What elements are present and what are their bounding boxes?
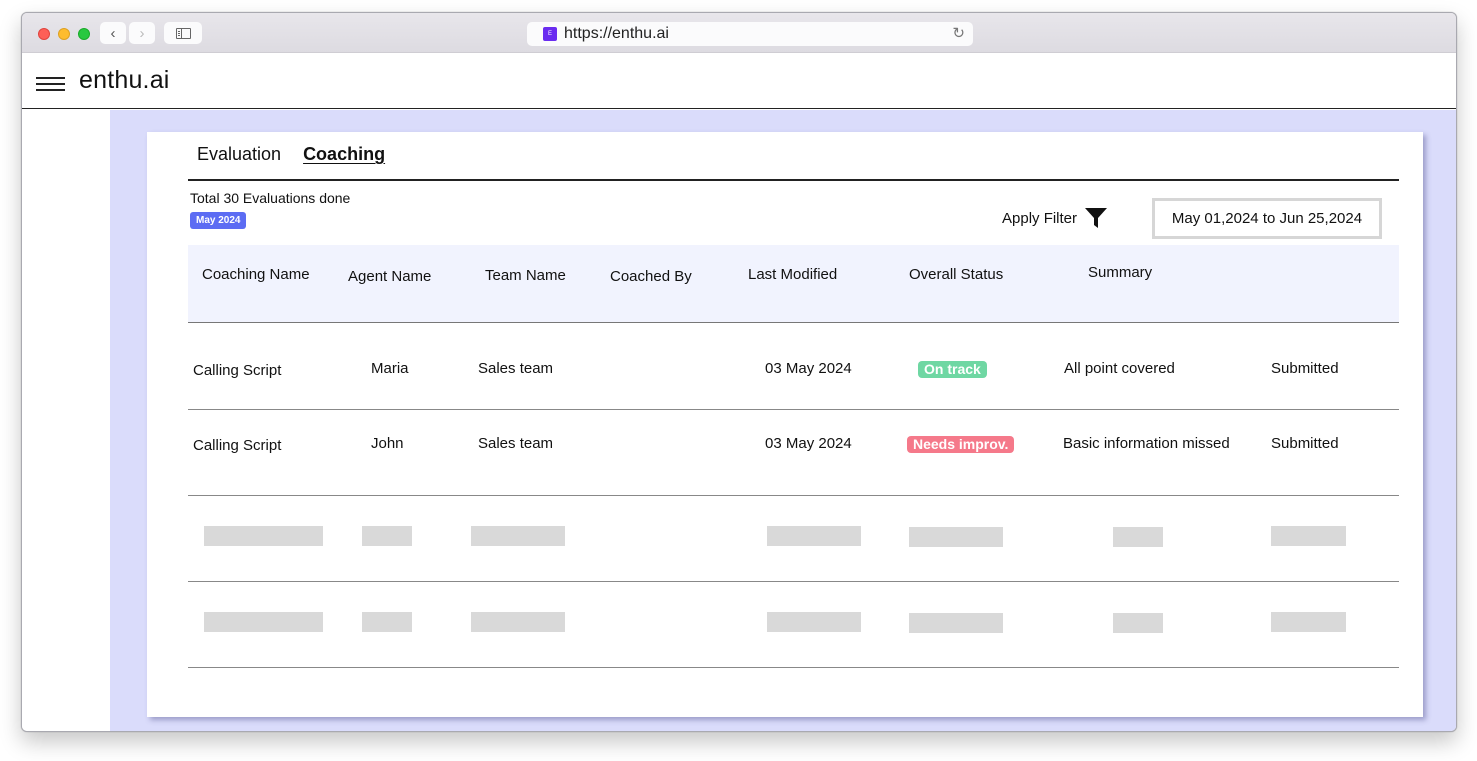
site-favicon: E bbox=[543, 27, 557, 41]
brand-logo[interactable]: enthu.ai bbox=[79, 66, 170, 95]
cell-coaching-name: Calling Script bbox=[193, 437, 282, 454]
browser-window: ‹ › E https://enthu.ai ↻ enthu.ai Evalua… bbox=[21, 12, 1457, 732]
coaching-card: Evaluation Coaching Total 30 Evaluations… bbox=[147, 132, 1423, 717]
skeleton-agent-name bbox=[362, 612, 412, 632]
placeholder-row bbox=[188, 582, 1399, 668]
tabs-divider bbox=[188, 179, 1399, 181]
skeleton-last-modified bbox=[767, 526, 861, 546]
skeleton-coaching-name bbox=[204, 612, 323, 632]
placeholder-row bbox=[188, 496, 1399, 582]
skeleton-summary bbox=[1113, 613, 1163, 633]
column-header-overall-status[interactable]: Overall Status bbox=[909, 266, 1003, 283]
status-badge: Needs improv. bbox=[907, 436, 1015, 453]
cell-team-name: Sales team bbox=[478, 360, 554, 377]
column-header-summary[interactable]: Summary bbox=[1088, 264, 1152, 281]
left-sidebar bbox=[22, 110, 110, 731]
forward-button[interactable]: › bbox=[129, 22, 155, 44]
date-range-value: May 01,2024 to Jun 25,2024 bbox=[1171, 210, 1363, 227]
column-header-coaching-name[interactable]: Coaching Name bbox=[202, 266, 310, 283]
date-range-picker[interactable]: May 01,2024 to Jun 25,2024 bbox=[1152, 198, 1382, 239]
skeleton-team-name bbox=[471, 526, 565, 546]
column-header-coached-by[interactable]: Coached By bbox=[610, 268, 692, 285]
evaluations-summary: Total 30 Evaluations done bbox=[190, 190, 351, 206]
cell-coaching-name: Calling Script bbox=[193, 362, 282, 379]
cell-team-name: Sales team bbox=[478, 435, 554, 452]
browser-titlebar: ‹ › E https://enthu.ai ↻ bbox=[22, 13, 1456, 53]
tab-bar: Evaluation Coaching bbox=[197, 144, 385, 165]
reload-icon[interactable]: ↻ bbox=[952, 24, 965, 42]
table-row[interactable]: Calling Script John Sales team 03 May 20… bbox=[188, 410, 1399, 496]
sidebar-icon bbox=[175, 27, 191, 39]
hamburger-icon[interactable] bbox=[36, 77, 65, 91]
skeleton-status bbox=[909, 613, 1003, 633]
skeleton-agent-name bbox=[362, 526, 412, 546]
column-header-agent-name[interactable]: Agent Name bbox=[348, 268, 431, 285]
back-button[interactable]: ‹ bbox=[100, 22, 126, 44]
filter-funnel-icon bbox=[1085, 208, 1108, 228]
tab-evaluation[interactable]: Evaluation bbox=[197, 144, 281, 165]
address-bar[interactable]: E https://enthu.ai ↻ bbox=[527, 22, 973, 46]
status-badge: On track bbox=[918, 361, 987, 378]
cell-submission-state: Submitted bbox=[1271, 435, 1339, 452]
cell-summary: Basic information missed bbox=[1063, 435, 1230, 452]
tab-coaching[interactable]: Coaching bbox=[303, 144, 385, 165]
url-text: https://enthu.ai bbox=[564, 25, 669, 42]
table-header: Coaching Name Agent Name Team Name Coach… bbox=[188, 245, 1399, 323]
close-window-button[interactable] bbox=[38, 28, 50, 40]
cell-agent-name: Maria bbox=[371, 360, 409, 377]
cell-agent-name: John bbox=[371, 435, 404, 452]
maximize-window-button[interactable] bbox=[78, 28, 90, 40]
content-area: Evaluation Coaching Total 30 Evaluations… bbox=[110, 110, 1456, 731]
chevron-right-icon: › bbox=[139, 24, 145, 42]
skeleton-status bbox=[909, 527, 1003, 547]
column-header-last-modified[interactable]: Last Modified bbox=[748, 266, 837, 283]
skeleton-coaching-name bbox=[204, 526, 323, 546]
month-badge: May 2024 bbox=[190, 212, 247, 229]
column-header-team-name[interactable]: Team Name bbox=[485, 267, 566, 284]
apply-filter-label: Apply Filter bbox=[1002, 209, 1078, 227]
minimize-window-button[interactable] bbox=[58, 28, 70, 40]
skeleton-state bbox=[1271, 612, 1346, 632]
skeleton-state bbox=[1271, 526, 1346, 546]
cell-last-modified: 03 May 2024 bbox=[765, 360, 852, 377]
cell-summary: All point covered bbox=[1064, 360, 1175, 377]
skeleton-team-name bbox=[471, 612, 565, 632]
table-row[interactable]: Calling Script Maria Sales team 03 May 2… bbox=[188, 324, 1399, 410]
chevron-left-icon: ‹ bbox=[110, 24, 116, 42]
cell-submission-state: Submitted bbox=[1271, 360, 1339, 377]
skeleton-last-modified bbox=[767, 612, 861, 632]
cell-last-modified: 03 May 2024 bbox=[765, 435, 852, 452]
app-header: enthu.ai bbox=[22, 53, 1456, 109]
skeleton-summary bbox=[1113, 527, 1163, 547]
apply-filter-button[interactable]: Apply Filter bbox=[1002, 208, 1108, 228]
sidebar-toggle-button[interactable] bbox=[164, 22, 202, 44]
